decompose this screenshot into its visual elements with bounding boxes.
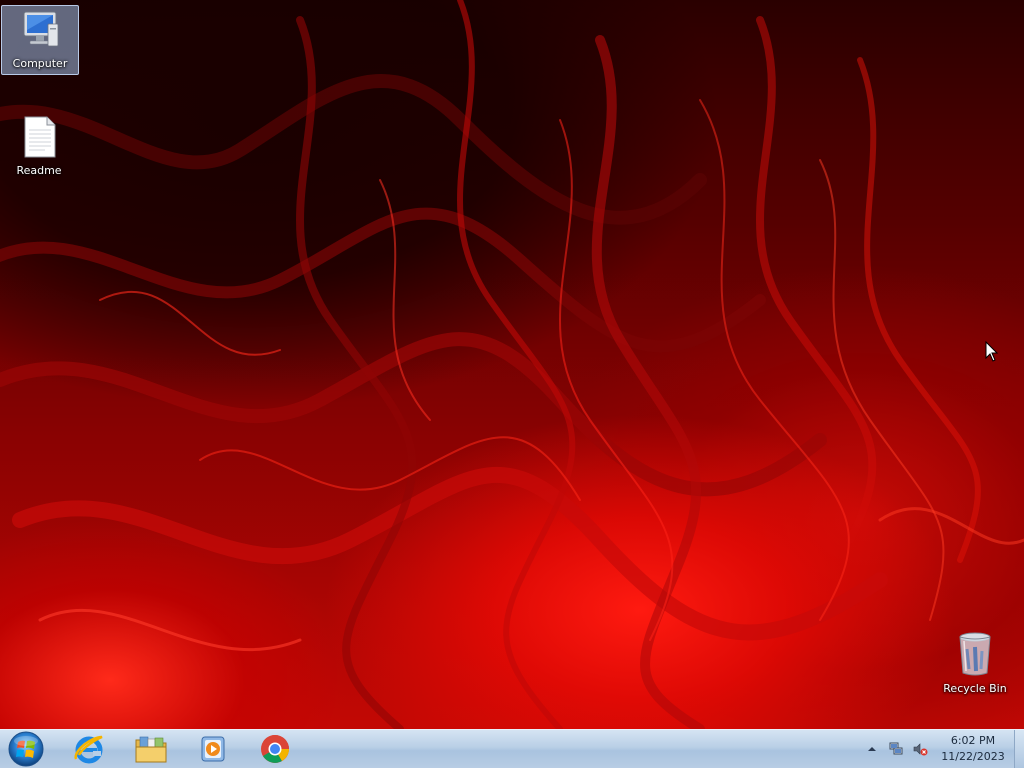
clock[interactable]: 6:02 PM 11/22/2023 bbox=[938, 733, 1008, 765]
taskbar: 6:02 PM 11/22/2023 bbox=[0, 729, 1024, 768]
desktop-icon-readme[interactable]: Readme bbox=[1, 112, 77, 178]
start-button[interactable] bbox=[6, 731, 46, 767]
computer-icon bbox=[2, 10, 78, 55]
taskbar-windows-explorer[interactable] bbox=[124, 731, 178, 767]
taskbar-media-player[interactable] bbox=[186, 731, 240, 767]
system-tray: 6:02 PM 11/22/2023 bbox=[860, 730, 1024, 768]
volume-muted-icon[interactable] bbox=[912, 741, 928, 757]
desktop-icon-label: Recycle Bin bbox=[943, 682, 1007, 695]
desktop-icon-recycle-bin[interactable]: Recycle Bin bbox=[937, 630, 1013, 700]
chrome-icon bbox=[261, 735, 289, 763]
show-desktop-button[interactable] bbox=[1014, 730, 1024, 768]
desktop-icon-computer[interactable]: Computer bbox=[1, 5, 79, 75]
clock-date: 11/22/2023 bbox=[941, 750, 1005, 763]
text-document-icon bbox=[1, 115, 77, 162]
folder-library-icon bbox=[135, 736, 167, 763]
wallpaper-swirls bbox=[0, 0, 1024, 729]
mouse-cursor-icon bbox=[985, 341, 999, 362]
taskbar-chrome[interactable] bbox=[248, 731, 302, 767]
windows-start-orb-icon bbox=[8, 731, 44, 767]
clock-time: 6:02 PM bbox=[950, 734, 996, 747]
desktop-icon-label: Computer bbox=[12, 57, 68, 70]
recycle-bin-icon bbox=[937, 631, 1013, 680]
internet-explorer-icon bbox=[74, 735, 103, 764]
taskbar-internet-explorer[interactable] bbox=[62, 731, 116, 767]
show-hidden-icons-arrow[interactable] bbox=[864, 741, 880, 757]
media-player-icon bbox=[201, 736, 225, 762]
desktop-icon-label: Readme bbox=[16, 164, 62, 177]
network-icon[interactable] bbox=[888, 741, 904, 757]
desktop[interactable]: Computer Readme Recycle Bin bbox=[0, 0, 1024, 729]
